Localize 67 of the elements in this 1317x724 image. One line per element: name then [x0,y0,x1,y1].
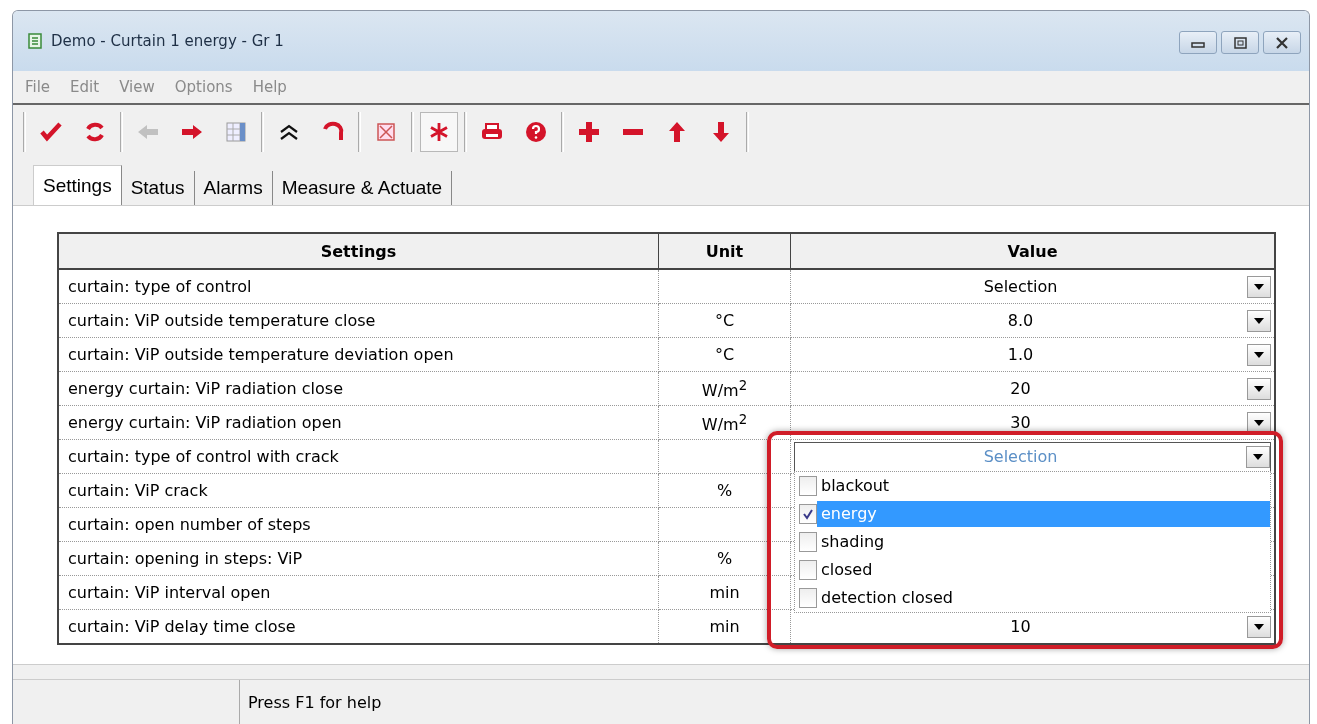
dropdown-button[interactable] [1247,411,1271,434]
caret-down-icon [1254,385,1264,392]
value-field[interactable]: 30 [794,408,1271,437]
maximize-button[interactable] [1221,31,1259,54]
table-cell: % [716,549,733,568]
caret-down-icon [1254,283,1264,290]
dropdown-option[interactable]: shading [817,529,1270,555]
status-text: Press F1 for help [247,692,382,712]
value-field[interactable]: 1.0 [794,340,1271,369]
checkbox[interactable] [799,560,817,580]
dropdown-option[interactable]: detection closed [817,585,1270,611]
asterisk-icon [427,120,451,144]
tab[interactable]: Settings [33,165,122,205]
dropdown-button[interactable] [1247,377,1271,400]
column-header: Unit [658,233,791,269]
value-field[interactable]: 8.0 [794,306,1271,335]
table-cell: curtain: ViP outside temperature close [68,311,376,330]
table-cell: min [709,617,740,636]
document-icon [27,33,43,49]
dropdown-button[interactable] [1247,615,1271,638]
table-cell: curtain: ViP outside temperature deviation open [68,345,454,364]
help-icon [524,120,548,144]
checkmark-icon [39,120,63,144]
table-cell: curtain: open number of steps [68,515,311,534]
value-field[interactable]: Selection [794,272,1271,301]
value-field[interactable]: 20 [794,374,1271,403]
table-cell: energy curtain: ViP radiation open [68,413,342,432]
table-cell: % [716,481,733,500]
caret-down-icon [1254,623,1264,630]
table-cell: curtain: ViP delay time close [68,617,296,636]
checkbox[interactable] [799,532,817,552]
boxed-x-icon [374,120,398,144]
table-cell: curtain: opening in steps: ViP [68,549,303,568]
dropdown-button[interactable] [1247,309,1271,332]
checkbox[interactable] [799,588,817,608]
plus-icon [577,120,601,144]
table-cell: °C [714,345,735,364]
table-icon [224,120,248,144]
caret-down-icon [1254,351,1264,358]
value-field[interactable]: 10 [794,612,1271,641]
checkmark-icon [802,508,814,520]
column-header: Settings [58,233,659,269]
column-header: Value [790,233,1275,269]
minimize-button[interactable] [1179,31,1217,54]
table-cell: energy curtain: ViP radiation close [68,379,343,398]
table-cell: W/m$^{2}$ [701,414,748,434]
close-button[interactable] [1263,31,1301,54]
dropdown-button[interactable] [1246,445,1270,468]
table-cell: curtain: ViP interval open [68,583,271,602]
dropdown-field[interactable]: Selection [794,441,1271,472]
checkbox[interactable] [799,504,817,524]
dropdown-option[interactable]: blackout [817,473,1270,499]
dropdown-button[interactable] [1247,275,1271,298]
table-cell: curtain: ViP crack [68,481,208,500]
minus-icon [621,128,645,136]
table-cell: W/m$^{2}$ [701,380,748,400]
caret-down-icon [1253,453,1263,460]
caret-down-icon [1254,419,1264,426]
window-title: Demo - Curtain 1 energy - Gr 1 [51,32,284,50]
dropdown-button[interactable] [1247,343,1271,366]
table-cell: curtain: type of control [68,277,252,296]
table-cell: curtain: type of control with crack [68,447,339,466]
table-cell: °C [714,311,735,330]
table-cell: min [709,583,740,602]
caret-down-icon [1254,317,1264,324]
checkbox[interactable] [799,476,817,496]
dropdown-option[interactable]: closed [817,557,1270,583]
